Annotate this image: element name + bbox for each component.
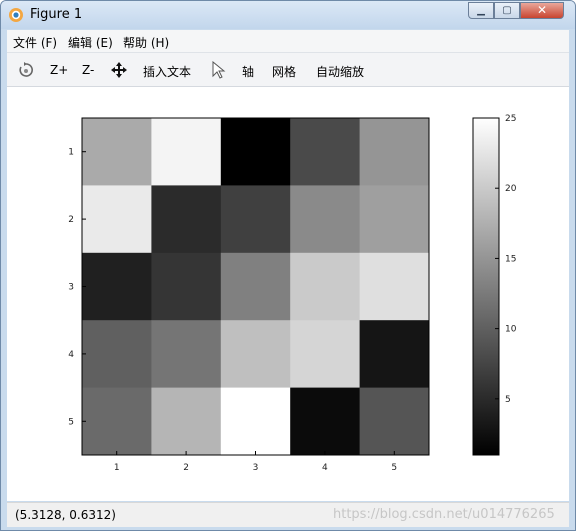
- heatmap-cell-r3-c3: [220, 252, 291, 321]
- plot-area: 1 2 3 4 5 1 2 3 4 5 5 10 15 20 25: [7, 87, 569, 501]
- colorbar-tick-label: 15: [505, 254, 516, 264]
- heatmap-cell-r4-c1: [82, 320, 152, 389]
- heatmap-cell-r2-c4: [290, 185, 361, 254]
- heatmap-cell-r1-c5: [359, 118, 430, 186]
- heatmap-cell-r2-c5: [359, 185, 430, 254]
- x-tick-label: 3: [253, 463, 259, 473]
- rotate-icon[interactable]: [17, 61, 35, 79]
- maximize-button[interactable]: ▢: [494, 2, 520, 19]
- cursor-coordinates: (5.3128, 0.6312): [15, 508, 116, 522]
- colorbar-tick-label: 25: [505, 114, 516, 124]
- heatmap-cell-r3-c4: [290, 252, 361, 321]
- heatmap-cell-r4-c3: [220, 320, 291, 389]
- y-tick-label: 1: [68, 148, 74, 158]
- heatmap-cell-r4-c2: [151, 320, 222, 389]
- pan-icon[interactable]: [110, 61, 128, 79]
- status-bar: (5.3128, 0.6312) https://blog.csdn.net/u…: [7, 502, 569, 527]
- heatmap-cell-r1-c2: [151, 118, 222, 186]
- octave-app-icon: [9, 8, 23, 22]
- maximize-icon: ▢: [502, 5, 512, 16]
- y-tick-label: 3: [68, 283, 74, 293]
- menu-edit[interactable]: 编辑 (E): [68, 34, 113, 51]
- menu-bar: 文件 (F) 编辑 (E) 帮助 (H): [7, 30, 569, 53]
- colorbar-tick-label: 20: [505, 184, 517, 194]
- heatmap-cell-r5-c1: [82, 387, 152, 456]
- colorbar-tick-label: 5: [505, 395, 511, 405]
- minimize-button[interactable]: ▁: [468, 2, 494, 19]
- autoscale-button[interactable]: 自动缩放: [316, 63, 364, 80]
- heatmap-cell-r3-c5: [359, 252, 430, 321]
- heatmap-chart[interactable]: 1 2 3 4 5 1 2 3 4 5 5 10 15 20 25: [7, 87, 569, 501]
- y-tick-label: 5: [68, 417, 74, 427]
- watermark-text: https://blog.csdn.net/u014776265: [333, 507, 555, 522]
- heatmap-cell-r5-c4: [290, 387, 361, 456]
- window-title: Figure 1: [30, 7, 83, 22]
- menu-file[interactable]: 文件 (F): [13, 34, 57, 51]
- x-tick-label: 2: [183, 463, 189, 473]
- toolbar: Z+ Z- 插入文本 轴 网格 自动缩放: [7, 53, 569, 87]
- heatmap-cell-r1-c1: [82, 118, 152, 186]
- grid-button[interactable]: 网格: [272, 63, 296, 80]
- insert-text-button[interactable]: 插入文本: [143, 63, 191, 80]
- zoom-out-button[interactable]: Z-: [82, 63, 94, 77]
- heatmap-cell-r2-c3: [220, 185, 291, 254]
- colorbar: [472, 117, 500, 456]
- heatmap-cell-r5-c5: [359, 387, 430, 456]
- heatmap-cell-r1-c3: [220, 118, 291, 186]
- close-icon: ✕: [536, 3, 548, 17]
- heatmap-cell-r2-c1: [82, 185, 152, 254]
- close-button[interactable]: ✕: [520, 2, 564, 19]
- minimize-icon: ▁: [477, 5, 485, 16]
- select-pointer-icon[interactable]: [210, 61, 228, 79]
- heatmap-cell-r5-c3: [220, 387, 291, 456]
- axis-button[interactable]: 轴: [242, 63, 254, 80]
- title-bar: Figure 1 ▁ ▢ ✕: [1, 1, 575, 29]
- heatmap-cell-r3-c1: [82, 252, 152, 321]
- x-tick-label: 1: [114, 463, 120, 473]
- colorbar-tick-label: 10: [505, 325, 517, 335]
- heatmap-cell-r1-c4: [290, 118, 361, 186]
- x-tick-label: 4: [322, 463, 328, 473]
- y-tick-label: 2: [68, 215, 74, 225]
- heatmap-cell-r4-c4: [290, 320, 361, 389]
- heatmap-cell-r5-c2: [151, 387, 222, 456]
- x-tick-label: 5: [391, 463, 397, 473]
- zoom-in-button[interactable]: Z+: [50, 63, 68, 77]
- figure-window: Figure 1 ▁ ▢ ✕ 文件 (F) 编辑 (E) 帮助 (H) Z+ Z…: [0, 0, 576, 531]
- y-tick-label: 4: [68, 350, 74, 360]
- heatmap-cell-r3-c2: [151, 252, 222, 321]
- heatmap-cell-r2-c2: [151, 185, 222, 254]
- heatmap-cell-r4-c5: [359, 320, 430, 389]
- menu-help[interactable]: 帮助 (H): [123, 34, 169, 51]
